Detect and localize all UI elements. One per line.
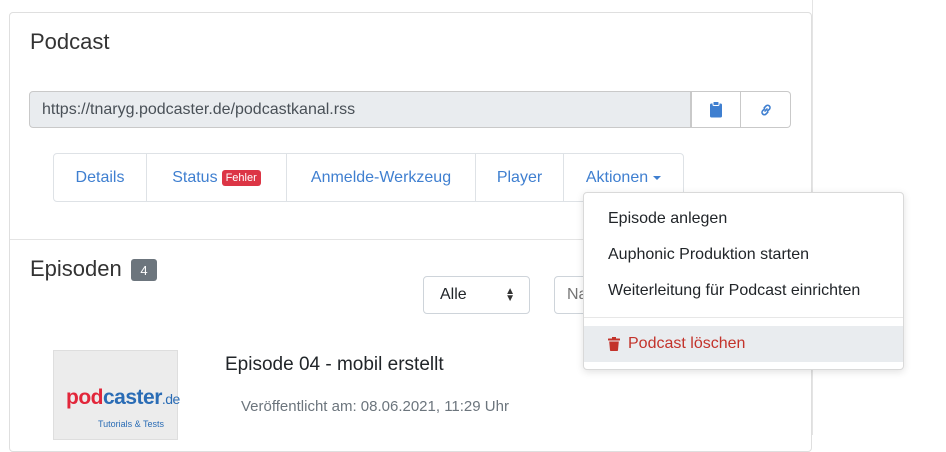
tab-status-label: Status (172, 168, 218, 186)
menu-item-label: Weiterleitung für Podcast einrichten (608, 282, 861, 299)
tab-player[interactable]: Player (476, 154, 564, 201)
feed-url-field[interactable] (29, 91, 691, 128)
menu-item-label: Episode anlegen (608, 210, 728, 227)
link-icon (760, 104, 771, 115)
episode-filter-value: Alle (440, 286, 467, 303)
episode-title[interactable]: Episode 04 - mobil erstellt (225, 354, 444, 376)
menu-item-auphonic-produktion[interactable]: Auphonic Produktion starten (584, 237, 903, 273)
select-arrows-icon: ▲ ▼ (505, 286, 515, 304)
episode-published-date: Veröffentlicht am: 08.06.2021, 11:29 Uhr (241, 398, 509, 415)
tab-anmelde-werkzeug[interactable]: Anmelde-Werkzeug (287, 154, 476, 201)
menu-item-weiterleitung[interactable]: Weiterleitung für Podcast einrichten (584, 273, 903, 309)
episode-count-badge: 4 (131, 259, 157, 281)
actions-dropdown-menu: Episode anlegen Auphonic Produktion star… (583, 192, 904, 370)
tab-details[interactable]: Details (54, 154, 147, 201)
tab-aktionen-label: Aktionen (585, 168, 649, 186)
tab-player-label: Player (496, 168, 543, 186)
episode-thumbnail[interactable]: podcaster.de Tutorials & Tests (53, 350, 180, 440)
menu-item-label: Podcast löschen (628, 335, 746, 352)
tab-details-label: Details (75, 168, 125, 186)
open-feed-link-button[interactable] (741, 91, 791, 128)
trash-icon (608, 337, 620, 351)
card-title: Podcast (30, 29, 110, 54)
podcaster-logo: podcaster.de (66, 386, 180, 409)
menu-divider (584, 317, 903, 318)
menu-item-episode-anlegen[interactable]: Episode anlegen (584, 201, 903, 237)
status-error-badge: Fehler (221, 169, 261, 186)
episode-filter-select[interactable]: Alle ▲ ▼ (423, 276, 530, 314)
episodes-title: Episoden (30, 256, 122, 281)
clipboard-icon (710, 101, 722, 118)
logo-tagline: Tutorials & Tests (98, 419, 165, 429)
menu-item-label: Auphonic Produktion starten (608, 246, 810, 263)
tab-anmelde-werkzeug-label: Anmelde-Werkzeug (310, 168, 452, 186)
copy-feed-button[interactable] (691, 91, 741, 128)
menu-item-podcast-loeschen[interactable]: Podcast löschen (584, 326, 903, 362)
tab-status[interactable]: Status Fehler (147, 154, 287, 201)
chevron-down-icon (653, 175, 662, 180)
